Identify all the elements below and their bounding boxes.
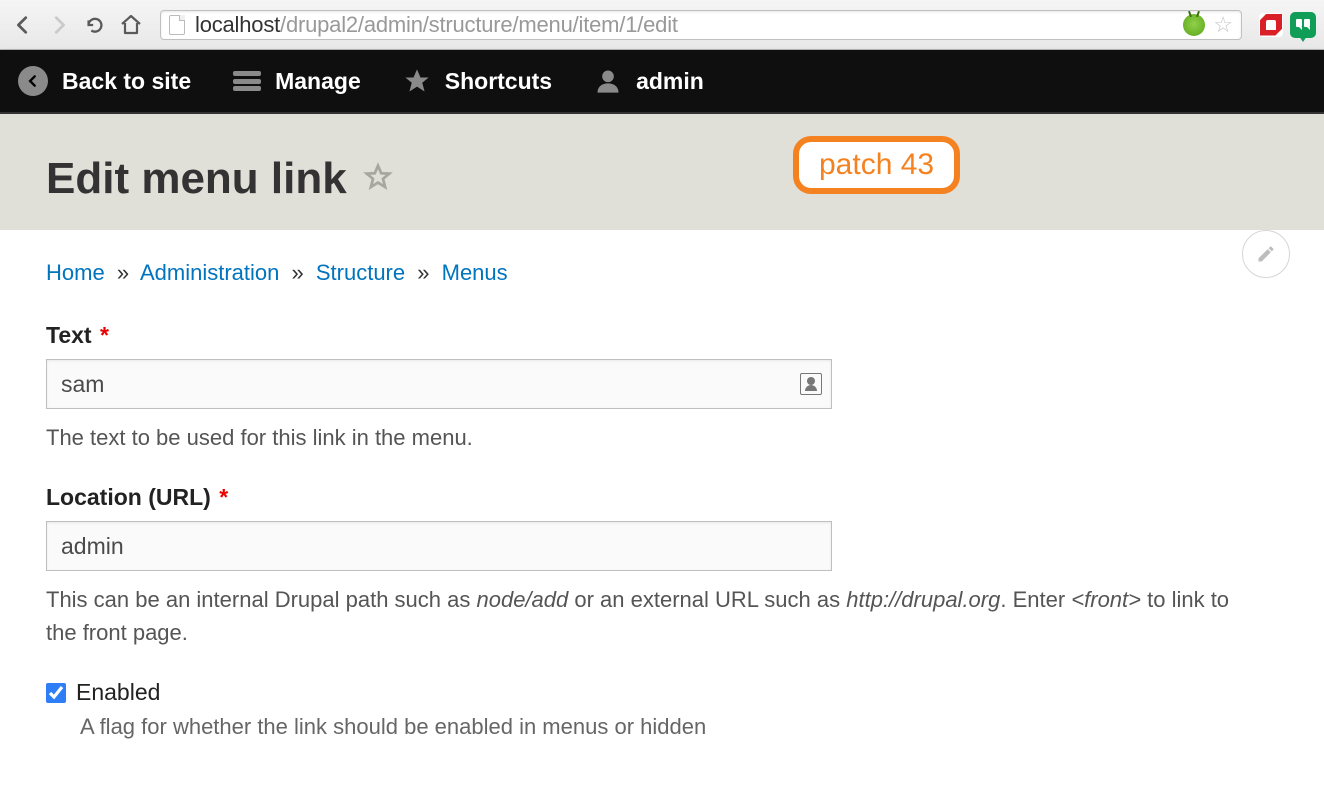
enabled-description: A flag for whether the link should be en…	[80, 714, 1278, 740]
breadcrumb-sep: »	[417, 260, 429, 285]
pencil-icon	[1256, 244, 1276, 264]
admin-toolbar: Back to site Manage Shortcuts admin	[0, 50, 1324, 114]
location-input[interactable]	[46, 521, 832, 571]
breadcrumb-structure[interactable]: Structure	[316, 260, 405, 285]
breadcrumb-sep: »	[291, 260, 303, 285]
user-icon	[594, 67, 622, 95]
hangouts-extension-icon[interactable]	[1290, 12, 1316, 38]
shortcuts-label: Shortcuts	[445, 68, 552, 95]
enabled-field-wrapper: Enabled A flag for whether the link shou…	[46, 679, 1278, 740]
content-region: Home » Administration » Structure » Menu…	[0, 230, 1324, 740]
page-icon	[169, 15, 185, 35]
page-header: Edit menu link patch 43	[0, 114, 1324, 230]
url-text: localhost/drupal2/admin/structure/menu/i…	[195, 12, 678, 38]
favorite-star-icon[interactable]	[363, 162, 393, 197]
page-title: Edit menu link	[46, 154, 347, 204]
patch-badge: patch 43	[793, 136, 960, 194]
nav-home-button[interactable]	[116, 10, 146, 40]
back-to-site-label: Back to site	[62, 68, 191, 95]
autofill-contact-icon[interactable]	[800, 373, 822, 395]
enabled-checkbox[interactable]	[46, 683, 66, 703]
breadcrumb-administration[interactable]: Administration	[140, 260, 279, 285]
back-to-site-link[interactable]: Back to site	[10, 66, 199, 96]
menu-icon	[233, 71, 261, 91]
breadcrumb-home[interactable]: Home	[46, 260, 105, 285]
enabled-label: Enabled	[76, 679, 160, 706]
edit-fab-button[interactable]	[1242, 230, 1290, 278]
nav-back-button[interactable]	[8, 10, 38, 40]
nav-forward-button[interactable]	[44, 10, 74, 40]
breadcrumb-sep: »	[117, 260, 129, 285]
nav-reload-button[interactable]	[80, 10, 110, 40]
adblock-extension-icon[interactable]	[1258, 12, 1284, 38]
breadcrumb-menus[interactable]: Menus	[442, 260, 508, 285]
location-description: This can be an internal Drupal path such…	[46, 583, 1246, 649]
required-marker: *	[100, 322, 109, 348]
browser-chrome: localhost/drupal2/admin/structure/menu/i…	[0, 0, 1324, 50]
chevron-left-icon	[18, 66, 48, 96]
location-field-wrapper: Location (URL) * This can be an internal…	[46, 484, 1278, 649]
text-input[interactable]	[46, 359, 832, 409]
text-field-wrapper: Text * The text to be used for this link…	[46, 322, 1278, 454]
manage-link[interactable]: Manage	[225, 68, 369, 95]
address-bar[interactable]: localhost/drupal2/admin/structure/menu/i…	[160, 10, 1242, 40]
text-label: Text *	[46, 322, 1278, 349]
shortcuts-link[interactable]: Shortcuts	[395, 67, 560, 95]
required-marker: *	[219, 484, 228, 510]
breadcrumb: Home » Administration » Structure » Menu…	[46, 260, 1278, 286]
admin-label: admin	[636, 68, 704, 95]
admin-user-link[interactable]: admin	[586, 67, 712, 95]
bug-icon[interactable]	[1183, 14, 1205, 36]
bookmark-star-icon[interactable]: ☆	[1213, 12, 1233, 38]
location-label: Location (URL) *	[46, 484, 1278, 511]
manage-label: Manage	[275, 68, 361, 95]
star-icon	[403, 67, 431, 95]
text-description: The text to be used for this link in the…	[46, 421, 1246, 454]
